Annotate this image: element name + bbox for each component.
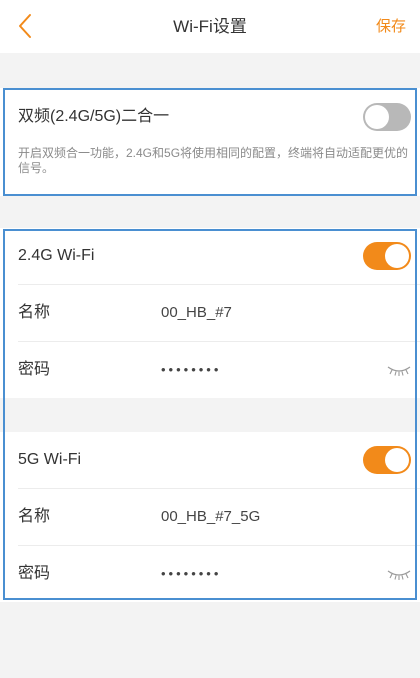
wifi-5g-header-row: 5G Wi-Fi	[0, 432, 420, 488]
toggle-knob	[385, 244, 409, 268]
password-label: 密码	[18, 361, 51, 378]
eye-closed-icon[interactable]	[386, 567, 412, 581]
dual-band-description: 开启双频合一功能，2.4G和5G将使用相同的配置，终端将自动适配更优的信号。	[18, 146, 409, 175]
dual-band-toggle[interactable]	[363, 103, 411, 131]
wifi-5g-name-row[interactable]: 名称 00_HB_#7_5G	[0, 489, 420, 545]
page-title: Wi-Fi设置	[173, 17, 247, 36]
dual-band-title: 双频(2.4G/5G)二合一	[18, 108, 170, 125]
wifi-24g-name-row[interactable]: 名称 00_HB_#7	[0, 285, 420, 341]
toggle-knob	[385, 448, 409, 472]
wifi-24g-toggle[interactable]	[363, 242, 411, 270]
name-label: 名称	[18, 508, 51, 525]
wifi-5g-title: 5G Wi-Fi	[18, 451, 82, 468]
chevron-left-icon	[19, 14, 31, 38]
wifi-5g-password-value[interactable]: ••••••••	[161, 546, 221, 602]
eye-closed-icon[interactable]	[386, 363, 412, 377]
wifi-5g-toggle[interactable]	[363, 446, 411, 474]
wifi-24g-password-value[interactable]: ••••••••	[161, 342, 221, 398]
toggle-knob	[365, 105, 389, 129]
wifi-24g-header-row: 2.4G Wi-Fi	[0, 228, 420, 284]
wifi-24g-name-value[interactable]: 00_HB_#7	[161, 285, 232, 341]
name-label: 名称	[18, 304, 51, 321]
password-label: 密码	[18, 565, 51, 582]
wifi-5g-section: 5G Wi-Fi 名称 00_HB_#7_5G 密码 ••••••••	[0, 432, 420, 602]
nav-bar: Wi-Fi设置 保存	[0, 0, 420, 53]
save-button[interactable]: 保存	[376, 0, 406, 53]
wifi-24g-title: 2.4G Wi-Fi	[18, 247, 95, 264]
wifi-24g-password-row[interactable]: 密码 ••••••••	[0, 342, 420, 398]
wifi-5g-password-row[interactable]: 密码 ••••••••	[0, 546, 420, 602]
wifi-24g-section: 2.4G Wi-Fi 名称 00_HB_#7 密码 ••••••••	[0, 228, 420, 398]
back-button[interactable]	[14, 12, 38, 40]
wifi-5g-name-value[interactable]: 00_HB_#7_5G	[161, 489, 260, 545]
wifi-settings-page: Wi-Fi设置 保存 双频(2.4G/5G)二合一 开启双频合一功能，2.4G和…	[0, 0, 420, 678]
